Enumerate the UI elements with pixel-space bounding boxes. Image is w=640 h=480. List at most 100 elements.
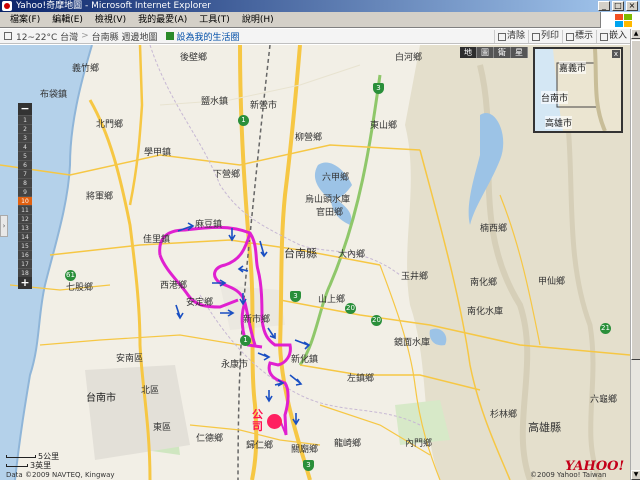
print-button[interactable]: 列印 [527,30,562,43]
place-longqi: 龍崎鄉 [334,439,362,449]
maximize-button[interactable]: □ [612,1,624,11]
overview-close-button[interactable]: x [612,50,620,58]
zoom-level-9[interactable]: 9 [18,187,32,196]
map-type-switch: 地 圖 衛 星 [460,47,528,58]
place-guiren: 歸仁鄉 [246,441,274,451]
ie-icon [2,1,12,11]
window-title: Yahoo!奇摩地圖 - Microsoft Internet Explorer [16,1,211,11]
place-tainan-county: 台南縣 [284,247,317,260]
menu-bar: 檔案(F) 編輯(E) 檢視(V) 我的最愛(A) 工具(T) 說明(H) [0,12,640,28]
company-marker[interactable] [267,414,282,429]
place-madou: 麻豆鎮 [195,220,223,230]
place-nanxi: 楠西鄉 [480,224,508,234]
place-guanmiao: 關廟鄉 [291,445,319,455]
road-shield-3b: 3 [290,291,301,302]
zoom-level-3[interactable]: 3 [18,133,32,142]
overview-map[interactable]: 嘉義市 台南市 高雄市 x [533,47,623,133]
overview-label-chiayi: 嘉義市 [559,61,587,74]
place-shanlin: 杉林鄉 [490,410,518,420]
zoom-level-14[interactable]: 14 [18,232,32,241]
embed-button[interactable]: 嵌入 [595,30,630,43]
zoom-level-17[interactable]: 17 [18,259,32,268]
map-scale: 5公里 3英里 [6,452,59,470]
place-nanhua-reservoir: 南化水庫 [467,307,504,317]
road-shield-3c: 3 [303,460,314,471]
breadcrumb-current[interactable]: 台南縣 週邊地圖 [92,30,158,43]
place-xinshi: 新市鄉 [243,315,271,325]
place-liujia: 六甲鄉 [322,173,350,183]
place-wushantou: 烏山頭水庫 [305,195,351,205]
scroll-down-arrow[interactable]: ▼ [631,470,640,480]
scroll-up-arrow[interactable]: ▲ [631,29,640,39]
zoom-level-11[interactable]: 11 [18,205,32,214]
zoom-level-5[interactable]: 5 [18,151,32,160]
place-budai: 布袋鎮 [40,90,68,100]
overview-label-kaohsiung: 高雄市 [545,116,573,129]
place-annan: 安南區 [116,354,144,364]
clear-button[interactable]: 清除 [493,30,528,43]
place-dongshan: 東山鄉 [370,121,398,131]
menu-view[interactable]: 檢視(V) [89,12,132,28]
side-panel-toggle[interactable]: › [0,215,8,237]
vertical-scrollbar[interactable]: ▲ ▼ [630,29,640,480]
place-guantian: 官田鄉 [316,208,344,218]
zoom-level-8[interactable]: 8 [18,178,32,187]
map-type-map2[interactable]: 圖 [477,47,494,58]
zoom-level-2[interactable]: 2 [18,124,32,133]
scale-km: 5公里 [38,452,60,461]
place-xuejia: 學甲鎮 [144,148,172,158]
clear-icon [497,32,506,41]
zoom-level-12[interactable]: 12 [18,214,32,223]
place-tainan-city: 台南市 [86,393,116,404]
close-button[interactable]: × [626,1,638,11]
map-type-satellite2[interactable]: 星 [511,47,528,58]
menu-edit[interactable]: 編輯(E) [46,12,89,28]
road-shield-21: 21 [600,323,611,334]
zoom-level-16[interactable]: 16 [18,250,32,259]
place-anding: 安定鄉 [186,298,214,308]
place-yanshui: 鹽水鎮 [201,97,229,107]
scale-mi: 3英里 [30,461,52,470]
place-beiqu: 北區 [141,386,160,396]
road-shield-20b: 20 [371,315,382,326]
zoom-out-button[interactable]: − [18,103,32,115]
data-copyright: Data ©2009 NAVTEQ, Kingway [6,471,115,479]
set-home-link[interactable]: 設為我的生活圈 [177,30,240,43]
zoom-level-13[interactable]: 13 [18,223,32,232]
yahoo-copyright: ©2009 Yahoo! Taiwan [530,471,607,479]
road-shield-20a: 20 [345,303,356,314]
place-beimen: 北門鄉 [96,120,124,130]
place-donggu: 東區 [153,423,172,433]
minimize-button[interactable]: _ [598,1,610,11]
scroll-thumb[interactable] [631,40,640,360]
menu-tools[interactable]: 工具(T) [193,12,236,28]
place-neimen: 內門鄉 [405,439,433,449]
place-liugui: 六龜鄉 [590,395,618,405]
menu-file[interactable]: 檔案(F) [4,12,46,28]
place-xinying: 新營市 [250,101,278,111]
zoom-level-1[interactable]: 1 [18,115,32,124]
place-jiali: 佳里鎮 [143,235,171,245]
map-type-map[interactable]: 地 [460,47,477,58]
place-rende: 仁德鄉 [196,434,224,444]
menu-favorites[interactable]: 我的最愛(A) [132,12,193,28]
zoom-level-15[interactable]: 15 [18,241,32,250]
map-type-satellite[interactable]: 衛 [494,47,511,58]
zoom-in-button[interactable]: + [18,277,32,289]
embed-icon [599,32,608,41]
home-icon[interactable] [4,32,12,40]
windows-flag-icon [600,12,640,28]
map-canvas[interactable]: 義竹鄉 後壁鄉 白河鄉 布袋鎮 鹽水鎮 新營市 北門鄉 柳營鄉 東山鄉 學甲鎮 … [0,45,630,480]
place-shanshang: 山上鄉 [318,295,346,305]
menu-help[interactable]: 說明(H) [236,12,280,28]
zoom-level-10[interactable]: 10 [18,196,32,205]
zoom-level-4[interactable]: 4 [18,142,32,151]
place-xigang: 西港鄉 [160,281,188,291]
place-jingmian: 鏡面水庫 [394,338,431,348]
place-yongkang: 永康市 [221,360,249,370]
pin-icon [565,32,574,41]
place-zuozhen: 左鎮鄉 [347,374,375,384]
zoom-level-7[interactable]: 7 [18,169,32,178]
mark-button[interactable]: 標示 [561,30,596,43]
zoom-level-6[interactable]: 6 [18,160,32,169]
